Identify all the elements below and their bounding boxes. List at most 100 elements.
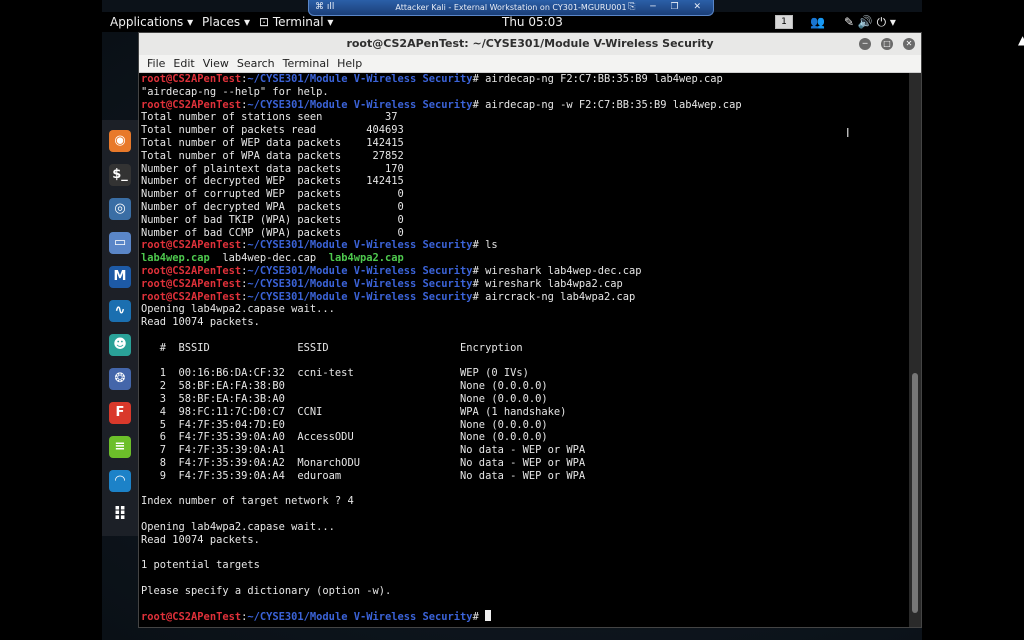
prompt-user: root@CS2APenTest: [141, 290, 242, 303]
terminal-line: Number of corrupted WEP packets 0: [141, 188, 742, 201]
files-icon[interactable]: ▭: [109, 232, 131, 254]
minimize-icon[interactable]: ─: [859, 38, 871, 50]
file-entry: lab4wep.cap: [141, 252, 210, 265]
terminal-icon[interactable]: $_: [109, 164, 131, 186]
dots-icon[interactable]: ❂: [109, 368, 131, 390]
prompt-user: root@CS2APenTest: [141, 98, 242, 111]
wave-icon[interactable]: ∿: [109, 300, 131, 322]
eye-icon[interactable]: ◎: [109, 198, 131, 220]
terminal-titlebar[interactable]: root@CS2APenTest: ~/CYSE301/Module V-Wir…: [139, 33, 921, 55]
status-area-icons[interactable]: ✎ 🔊 ⏻ ▾: [844, 12, 896, 32]
output-text: Read 10074 packets.: [141, 316, 260, 329]
terminal-line: 9 F4:7F:35:39:0A:A4 eduroam No data - WE…: [141, 470, 742, 483]
workspace-indicator[interactable]: 1: [775, 15, 793, 29]
vm-window-controls-icon[interactable]: ⎘ ─ ❐ ✕: [628, 0, 707, 15]
face-icon[interactable]: ☻: [109, 334, 131, 356]
terminal-line: 3 58:BF:EA:FA:3B:A0 None (0.0.0.0): [141, 393, 742, 406]
output-text: Number of plaintext data packets 170: [141, 162, 404, 175]
output-text: Total number of WPA data packets 27852: [141, 149, 404, 162]
terminal-line: Number of bad CCMP (WPA) packets 0: [141, 227, 742, 240]
terminal-line: # BSSID ESSID Encryption: [141, 342, 742, 355]
terminal-window[interactable]: root@CS2APenTest: ~/CYSE301/Module V-Wir…: [138, 32, 922, 628]
output-text: Index number of target network ? 4: [141, 495, 354, 508]
menu-edit[interactable]: Edit: [173, 55, 194, 73]
prompt-user: root@CS2APenTest: [141, 277, 242, 290]
output-text: 2 58:BF:EA:FA:38:B0 None (0.0.0.0): [141, 380, 548, 393]
notes-icon[interactable]: ≡: [109, 436, 131, 458]
menu-file[interactable]: File: [147, 55, 165, 73]
prompt-path: ~/CYSE301/Module V-Wireless Security: [247, 277, 473, 290]
terminal-line: 5 F4:7F:35:04:7D:E0 None (0.0.0.0): [141, 419, 742, 432]
output-text: Number of bad TKIP (WPA) packets 0: [141, 213, 404, 226]
shark-icon[interactable]: ◠: [109, 470, 131, 492]
menu-help[interactable]: Help: [337, 55, 362, 73]
prompt-path: ~/CYSE301/Module V-Wireless Security: [247, 290, 473, 303]
output-text: Number of decrypted WPA packets 0: [141, 200, 404, 213]
mouse-pointer-icon: ▲: [1018, 33, 1024, 47]
output-text: Number of bad CCMP (WPA) packets 0: [141, 226, 404, 239]
terminal-line: Total number of WPA data packets 27852: [141, 150, 742, 163]
terminal-line: Number of decrypted WEP packets 142415: [141, 175, 742, 188]
places-menu[interactable]: Places ▾: [202, 12, 250, 32]
output-text: Opening lab4wpa2.capase wait...: [141, 520, 335, 533]
output-text: 8 F4:7F:35:39:0A:A2 MonarchODU No data -…: [141, 456, 586, 469]
terminal-line: root@CS2APenTest:~/CYSE301/Module V-Wire…: [141, 98, 742, 111]
metasploit-icon[interactable]: M: [109, 266, 131, 288]
output-text: Total number of stations seen 37: [141, 111, 398, 124]
terminal-line: 7 F4:7F:35:39:0A:A1 No data - WEP or WPA: [141, 444, 742, 457]
terminal-line: Total number of stations seen 37: [141, 111, 742, 124]
applications-menu[interactable]: Applications ▾: [110, 12, 193, 32]
output-text: 5 F4:7F:35:04:7D:E0 None (0.0.0.0): [141, 418, 548, 431]
terminal-line: 1 potential targets: [141, 559, 742, 572]
terminal-line: root@CS2APenTest:~/CYSE301/Module V-Wire…: [141, 239, 498, 252]
file-entry: lab4wep-dec.cap: [222, 252, 317, 265]
terminal-line: root@CS2APenTest:~/CYSE301/Module V-Wire…: [141, 73, 723, 85]
dock: ◉ $_ ◎ ▭ M ∿ ☻ ❂ F ≡ ◠ ⠿: [102, 120, 138, 536]
terminal-line: root@CS2APenTest:~/CYSE301/Module V-Wire…: [141, 290, 636, 303]
app-grid-icon[interactable]: ⠿: [109, 504, 131, 526]
terminal-line: lab4wep.cap lab4wep-dec.cap lab4wpa2.cap: [141, 252, 742, 265]
terminal-line: Number of decrypted WPA packets 0: [141, 201, 742, 214]
close-icon[interactable]: ✕: [903, 38, 915, 50]
command-text: wireshark lab4wep-dec.cap: [485, 264, 642, 277]
terminal-line: Please specify a dictionary (option -w).: [141, 585, 742, 598]
vm-pin-icon[interactable]: ⌘ ıll: [315, 0, 334, 15]
terminal-scrollbar[interactable]: [909, 73, 921, 627]
menu-search[interactable]: Search: [237, 55, 275, 73]
terminal-line: root@CS2APenTest:~/CYSE301/Module V-Wire…: [141, 277, 623, 290]
menu-view[interactable]: View: [203, 55, 229, 73]
maximize-icon[interactable]: □: [881, 38, 893, 50]
flash-icon[interactable]: F: [109, 402, 131, 424]
terminal-line: 8 F4:7F:35:39:0A:A2 MonarchODU No data -…: [141, 457, 742, 470]
output-text: Number of decrypted WEP packets 142415: [141, 175, 404, 188]
people-icon[interactable]: 👥: [810, 12, 825, 32]
prompt-user: root@CS2APenTest: [141, 611, 242, 624]
terminal-line: Read 10074 packets.: [141, 534, 742, 547]
terminal-line: Total number of WEP data packets 142415: [141, 137, 742, 150]
terminal-line: root@CS2APenTest:~/CYSE301/Module V-Wire…: [141, 264, 642, 277]
prompt-path: ~/CYSE301/Module V-Wireless Security: [247, 98, 473, 111]
terminal-line: Read 10074 packets.: [141, 316, 742, 329]
terminal-line: 1 00:16:B6:DA:CF:32 ccni-test WEP (0 IVs…: [141, 367, 742, 380]
command-text: airdecap-ng -w F2:C7:BB:35:B9 lab4wep.ca…: [485, 98, 742, 111]
vm-display: Applications ▾ Places ▾ ⊡ Terminal ▾ Thu…: [102, 0, 922, 640]
prompt-path: ~/CYSE301/Module V-Wireless Security: [247, 73, 473, 85]
scrollbar-thumb[interactable]: [912, 373, 918, 613]
terminal-output[interactable]: root@CS2APenTest:~/CYSE301/Module V-Wire…: [139, 73, 909, 627]
output-text: 9 F4:7F:35:39:0A:A4 eduroam No data - WE…: [141, 469, 586, 482]
firefox-icon[interactable]: ◉: [109, 130, 131, 152]
output-text: 1 00:16:B6:DA:CF:32 ccni-test WEP (0 IVs…: [141, 367, 529, 380]
terminal-line: root@CS2APenTest:~/CYSE301/Module V-Wire…: [141, 610, 742, 623]
text-cursor-icon: I: [846, 126, 850, 140]
menu-terminal[interactable]: Terminal: [283, 55, 330, 73]
command-text: wireshark lab4wpa2.cap: [485, 277, 623, 290]
prompt-user: root@CS2APenTest: [141, 73, 242, 85]
output-text: Total number of packets read 404693: [141, 124, 404, 137]
terminal-line: 2 58:BF:EA:FA:38:B0 None (0.0.0.0): [141, 380, 742, 393]
terminal-line: Index number of target network ? 4: [141, 495, 742, 508]
output-text: Number of corrupted WEP packets 0: [141, 188, 404, 201]
file-entry: lab4wpa2.cap: [328, 252, 404, 265]
